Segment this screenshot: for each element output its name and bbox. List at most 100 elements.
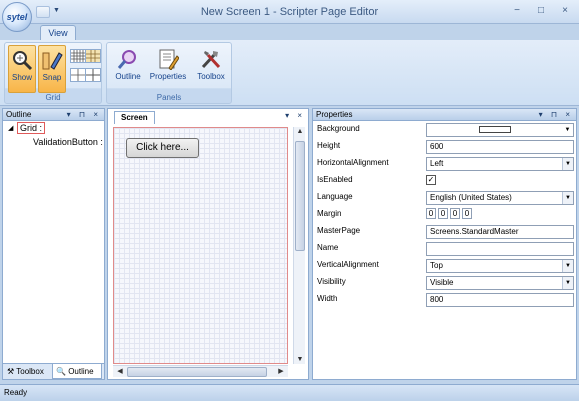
ribbon-group-grid-label: Grid <box>45 93 61 102</box>
tab-view[interactable]: View <box>40 25 76 41</box>
show-grid-label: Show <box>11 73 32 82</box>
height-field[interactable]: 600 <box>426 140 574 154</box>
app-logo: sytel <box>6 12 28 22</box>
margin-bottom-field[interactable]: 0 <box>462 208 472 219</box>
medium-grid-icon <box>86 50 100 62</box>
scroll-right-icon[interactable]: ▶ <box>275 367 287 375</box>
prop-name-width: Width <box>317 294 338 303</box>
chevron-down-icon[interactable]: ▼ <box>562 158 573 170</box>
background-color-picker[interactable]: ▼ <box>426 123 574 137</box>
toolbox-panel-label: Toolbox <box>197 72 225 81</box>
prop-name-height: Height <box>317 141 341 150</box>
language-select[interactable]: English (United States) ▼ <box>426 191 574 205</box>
tab-toolbox[interactable]: ⚒ Toolbox <box>4 364 50 379</box>
outline-bottom-tabs: ⚒ Toolbox 🔍 Outline <box>3 363 104 379</box>
prop-row-height: Height 600 <box>313 139 576 156</box>
screen-pane-controls[interactable]: ▾ × <box>285 111 305 120</box>
visibility-select[interactable]: Visible ▼ <box>426 276 574 290</box>
outline-panel-button[interactable]: Outline <box>111 45 145 93</box>
horizontal-alignment-value: Left <box>430 159 444 168</box>
close-button[interactable]: × <box>557 4 573 18</box>
prop-row-vertical-alignment: VerticalAlignment Top ▼ <box>313 258 576 275</box>
chevron-down-icon[interactable]: ▼ <box>562 277 573 289</box>
properties-panel-button[interactable]: Properties <box>147 45 189 93</box>
prop-row-background: Background ▼ <box>313 122 576 139</box>
ribbon-group-panels-label: Panels <box>156 93 182 102</box>
margin-right-field[interactable]: 0 <box>450 208 460 219</box>
grid-size-medium-button[interactable] <box>85 49 101 63</box>
width-field[interactable]: 800 <box>426 293 574 307</box>
tab-toolbox-label: Toolbox <box>16 367 44 376</box>
prop-name-master-page: MasterPage <box>317 226 361 235</box>
vertical-scroll-thumb[interactable] <box>295 141 305 251</box>
outline-title: Outline <box>6 110 32 119</box>
toolbox-tab-icon: ⚒ <box>7 367 15 376</box>
vertical-scrollbar[interactable]: ▲ ▼ <box>293 127 305 364</box>
prop-row-margin: Margin 0000 <box>313 207 576 224</box>
tree-node-validation-button[interactable]: ValidationButton : <box>33 137 103 147</box>
outline-panel-label: Outline <box>115 72 141 81</box>
snap-grid-label: Snap <box>42 73 62 82</box>
screen-designer-pane: Screen ▾ × Click here... ▲ ▼ ◀ ▶ <box>107 108 309 380</box>
outline-header: Outline ▾ ⊓ × <box>3 109 104 121</box>
prop-name-margin: Margin <box>317 209 342 218</box>
prop-row-visibility: Visibility Visible ▼ <box>313 275 576 292</box>
tree-node-grid[interactable]: Grid : <box>17 122 46 134</box>
ribbon-group-panels: Outline Properties Toolbox Panels <box>106 42 232 104</box>
prop-row-language: Language English (United States) ▼ <box>313 190 576 207</box>
margin-top-field[interactable]: 0 <box>438 208 448 219</box>
outline-pane-controls[interactable]: ▾ ⊓ × <box>67 109 101 121</box>
grid-size-xlarge-button[interactable] <box>85 68 101 82</box>
vertical-alignment-select[interactable]: Top ▼ <box>426 259 574 273</box>
master-page-field[interactable]: Screens.StandardMaster <box>426 225 574 239</box>
prop-row-master-page: MasterPage Screens.StandardMaster <box>313 224 576 241</box>
grid-size-small-button[interactable] <box>70 49 86 63</box>
chevron-down-icon[interactable]: ▼ <box>562 124 573 136</box>
design-surface[interactable]: Click here... <box>113 127 288 364</box>
margin-left-field[interactable]: 0 <box>426 208 436 219</box>
color-swatch <box>479 126 511 133</box>
prop-row-horizontal-alignment: HorizontalAlignment Left ▼ <box>313 156 576 173</box>
click-here-button[interactable]: Click here... <box>126 138 199 158</box>
grid-size-large-button[interactable] <box>70 68 86 82</box>
name-field[interactable] <box>426 242 574 256</box>
prop-name-horizontal-alignment: HorizontalAlignment <box>317 158 389 167</box>
chevron-down-icon[interactable]: ▼ <box>562 260 573 272</box>
scroll-left-icon[interactable]: ◀ <box>114 367 126 375</box>
is-enabled-checkbox[interactable]: ✓ <box>426 175 436 185</box>
show-grid-button[interactable]: Show <box>8 45 36 93</box>
prop-name-vertical-alignment: VerticalAlignment <box>317 260 379 269</box>
prop-name-background: Background <box>317 124 360 133</box>
ribbon-tab-row: View <box>0 24 579 41</box>
properties-title: Properties <box>316 110 353 119</box>
properties-header: Properties ▾ ⊓ × <box>313 109 576 121</box>
tab-outline-label: Outline <box>68 367 94 376</box>
snap-grid-button[interactable]: Snap <box>38 45 66 93</box>
minimize-button[interactable]: − <box>509 4 525 18</box>
scroll-up-icon[interactable]: ▲ <box>294 128 306 135</box>
toolbox-panel-button[interactable]: Toolbox <box>193 45 229 93</box>
properties-pane-controls[interactable]: ▾ ⊓ × <box>539 109 573 121</box>
visibility-value: Visible <box>430 278 454 287</box>
tab-screen[interactable]: Screen <box>114 111 155 124</box>
horizontal-scrollbar[interactable]: ◀ ▶ <box>113 365 288 377</box>
margin-editor: 0000 <box>426 208 574 222</box>
prop-row-width: Width 800 <box>313 292 576 309</box>
prop-row-name: Name <box>313 241 576 258</box>
tree-collapse-icon[interactable]: ◢ <box>8 124 13 132</box>
horizontal-scroll-thumb[interactable] <box>127 367 267 377</box>
application-menu-button[interactable]: sytel <box>2 2 32 32</box>
prop-name-visibility: Visibility <box>317 277 346 286</box>
maximize-button[interactable]: □ <box>533 4 549 18</box>
ribbon: Show Snap Grid Outline Properties Toolbo… <box>0 40 579 106</box>
scroll-down-icon[interactable]: ▼ <box>294 356 306 363</box>
tab-outline[interactable]: 🔍 Outline <box>52 364 102 379</box>
chevron-down-icon[interactable]: ▼ <box>562 192 573 204</box>
window-controls: − □ × <box>509 4 573 18</box>
magnifier-grid-icon <box>11 49 33 71</box>
properties-panel-label: Properties <box>149 72 187 81</box>
window-title: New Screen 1 - Scripter Page Editor <box>200 6 379 18</box>
horizontal-alignment-select[interactable]: Left ▼ <box>426 157 574 171</box>
large-grid-icon <box>71 69 85 81</box>
prop-name-language: Language <box>317 192 353 201</box>
